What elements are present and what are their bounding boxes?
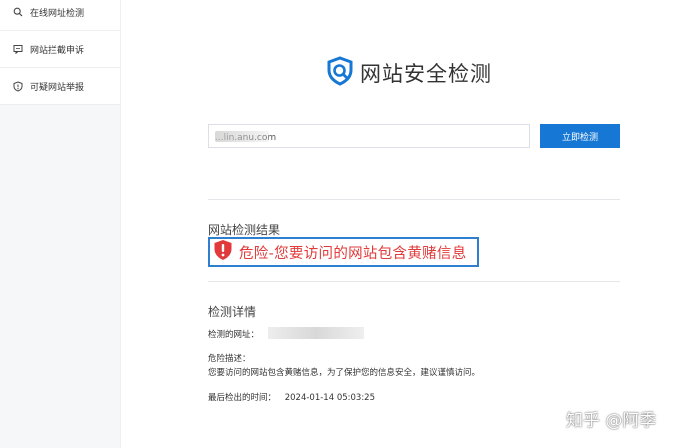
details-section-title: 检测详情 <box>208 305 257 319</box>
danger-shield-icon <box>213 239 233 265</box>
redaction-mask <box>268 327 364 339</box>
sidebar-item-report[interactable]: 可疑网站举报 <box>0 68 120 104</box>
sidebar-item-appeal[interactable]: 网站拦截申诉 <box>0 31 120 67</box>
brand-header: 网站安全检测 <box>326 56 492 90</box>
sidebar-item-url-check[interactable]: 在线网址检测 <box>0 0 120 30</box>
shield-logo-icon <box>326 56 354 90</box>
url-input-wrapper <box>208 124 530 149</box>
page-title: 网站安全检测 <box>360 62 492 86</box>
result-section-title: 网站检测结果 <box>208 223 281 237</box>
sidebar-item-label: 在线网址检测 <box>30 8 85 19</box>
divider <box>208 281 620 282</box>
divider <box>208 199 620 200</box>
message-icon <box>12 43 24 55</box>
search-icon <box>12 6 24 18</box>
redaction-mask <box>215 131 269 142</box>
danger-label: 危险描述： <box>208 354 251 364</box>
last-detected-label: 最后检出的时间： <box>208 393 277 403</box>
shield-icon <box>12 80 24 92</box>
check-now-button[interactable]: 立即检测 <box>540 124 620 148</box>
last-detected-time: 2024-01-14 05:03:25 <box>284 393 375 403</box>
result-status-badge: 危险-您要访问的网站包含黄赌信息 <box>208 237 479 267</box>
checked-url-label: 检测的网址： <box>208 330 260 340</box>
sidebar-item-label: 可疑网站举报 <box>30 82 85 93</box>
sidebar: 在线网址检测 网站拦截申诉 可疑网站举报 <box>0 0 121 448</box>
last-detected-row: 最后检出的时间： 2024-01-14 05:03:25 <box>208 391 375 403</box>
danger-description: 您要访问的网站包含黄赌信息，为了保护您的信息安全，建议谨慎访问。 <box>208 368 481 378</box>
sidebar-item-label: 网站拦截申诉 <box>30 45 85 56</box>
sidebar-divider <box>0 104 120 105</box>
watermark: 知乎 @阿季 <box>566 411 657 431</box>
result-status-text: 危险-您要访问的网站包含黄赌信息 <box>239 245 467 262</box>
